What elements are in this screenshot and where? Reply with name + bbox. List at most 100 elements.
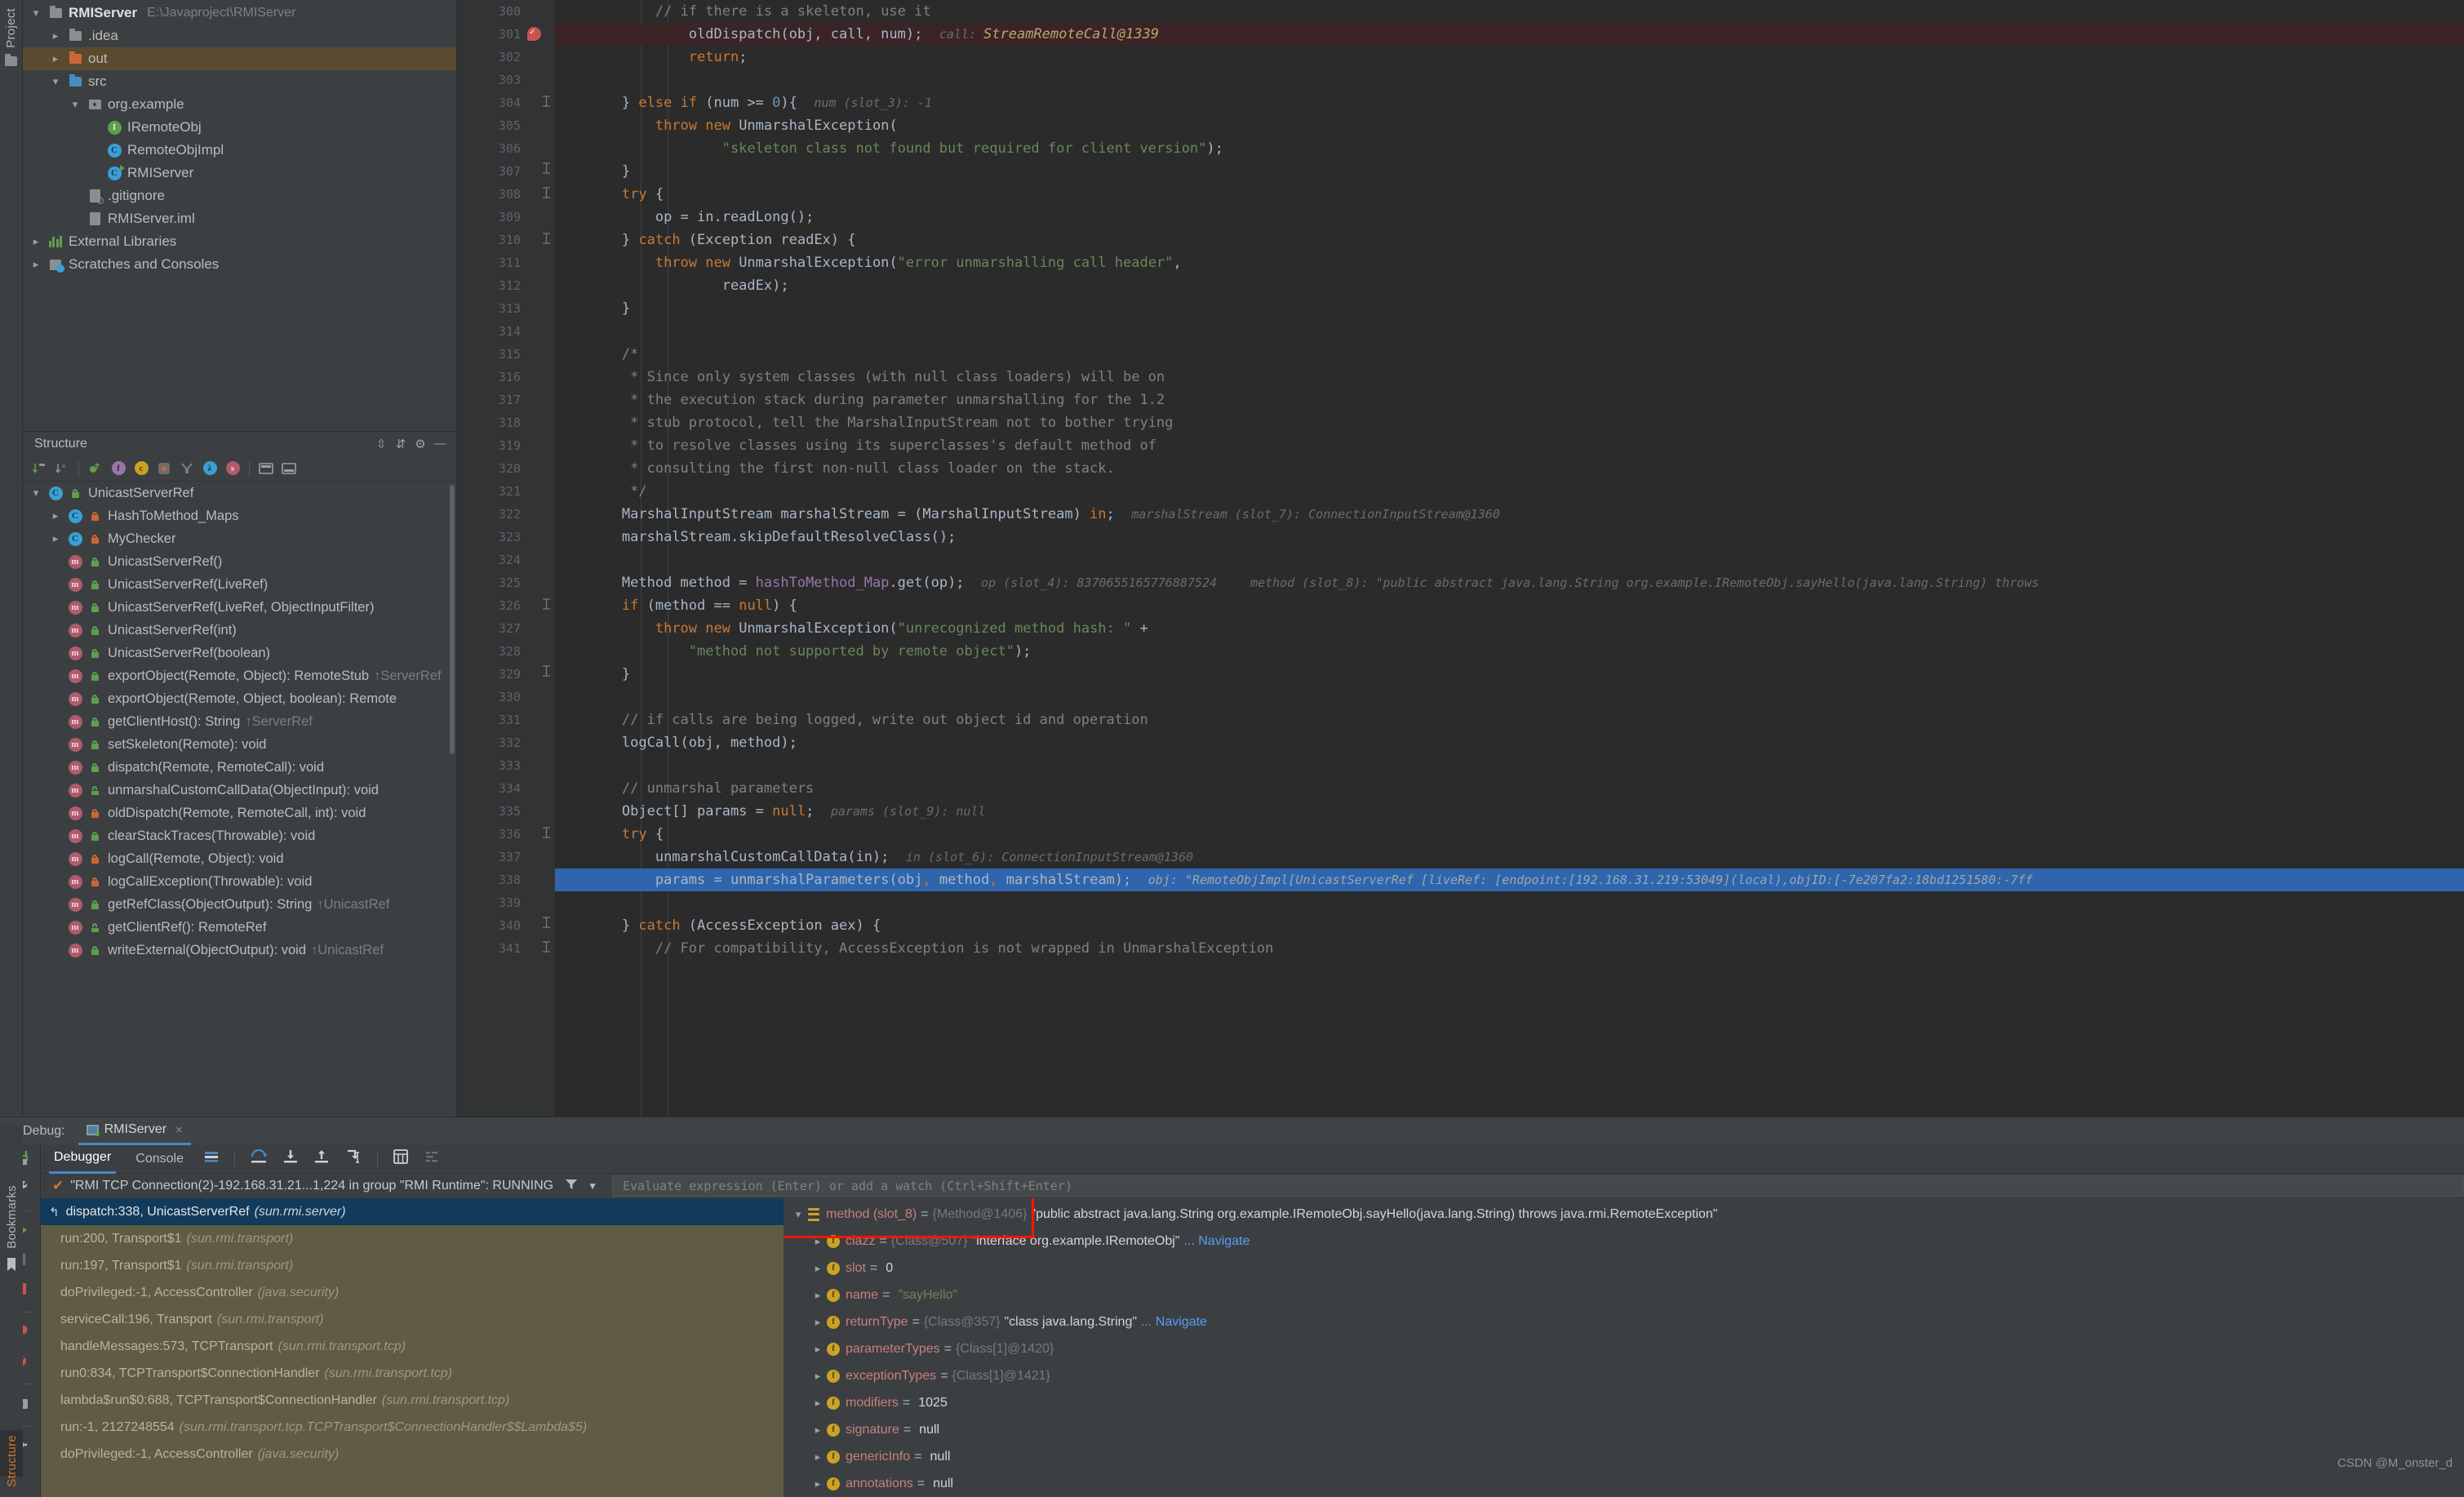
structure-tree-item[interactable]: ▸mexportObject(Remote, Object, boolean):… bbox=[23, 687, 456, 710]
code-line[interactable]: marshalStream.skipDefaultResolveClass(); bbox=[555, 526, 2464, 549]
code-line[interactable]: throw new UnmarshalException("unrecogniz… bbox=[555, 617, 2464, 640]
structure-tree-item[interactable]: ▸msetSkeleton(Remote): void bbox=[23, 733, 456, 756]
show-static-icon[interactable]: s bbox=[224, 460, 241, 477]
structure-tree-item[interactable]: ▸mgetRefClass(ObjectOutput): String↑Unic… bbox=[23, 893, 456, 916]
project-folder-icon[interactable] bbox=[5, 53, 17, 66]
variable-row[interactable]: ▸ f exceptionTypes = {Class[1]@1421} bbox=[784, 1362, 2464, 1389]
code-line[interactable] bbox=[555, 69, 2464, 91]
expand-all-icon[interactable]: ⇳ bbox=[371, 437, 391, 451]
structure-tree-item[interactable]: ▸mUnicastServerRef() bbox=[23, 550, 456, 573]
stack-frame-row[interactable]: serviceCall:196, Transport (sun.rmi.trans… bbox=[41, 1306, 784, 1333]
code-line[interactable]: * the execution stack during parameter u… bbox=[555, 389, 2464, 411]
variable-row[interactable]: ▸ f name = "sayHello" bbox=[784, 1282, 2464, 1308]
close-icon[interactable]: × bbox=[175, 1123, 183, 1137]
code-line[interactable]: * consulting the first non-null class lo… bbox=[555, 457, 2464, 480]
chevron-down-icon[interactable]: ▾ bbox=[26, 486, 46, 500]
chevron-right-icon[interactable]: ▸ bbox=[26, 235, 46, 248]
code-line[interactable]: Method method = hashToMethod_Map.get(op)… bbox=[555, 571, 2464, 594]
code-line[interactable]: /* bbox=[555, 343, 2464, 366]
code-line[interactable]: // unmarshal parameters bbox=[555, 777, 2464, 800]
sort-by-visibility-icon[interactable] bbox=[31, 460, 47, 477]
code-line[interactable]: } bbox=[555, 663, 2464, 686]
code-line[interactable]: */ bbox=[555, 480, 2464, 503]
stack-frame-row[interactable]: run:-1, 2127248554 (sun.rmi.transport.tcp… bbox=[41, 1414, 784, 1441]
code-line[interactable]: try { bbox=[555, 823, 2464, 846]
chevron-down-icon[interactable]: ▼ bbox=[578, 1180, 597, 1192]
variable-row[interactable]: ▸ f genericInfo = null bbox=[784, 1443, 2464, 1470]
variable-row[interactable]: ▸ f returnType = {Class@357} "class java.lang… bbox=[784, 1308, 2464, 1335]
code-line[interactable]: } bbox=[555, 297, 2464, 320]
code-fold-marker[interactable] bbox=[542, 937, 551, 964]
project-tree-item[interactable]: ▾ org.example bbox=[23, 93, 456, 116]
mute-breakpoints-toolbar-icon[interactable] bbox=[424, 1148, 440, 1169]
structure-tree-item[interactable]: ▸mUnicastServerRef(LiveRef) bbox=[23, 573, 456, 596]
collapse-all-icon[interactable]: ⇵ bbox=[391, 437, 411, 451]
chevron-down-icon[interactable]: ▾ bbox=[26, 7, 46, 20]
code-line[interactable]: } bbox=[555, 160, 2464, 183]
project-tree-item[interactable]: ▸.gitignore bbox=[23, 184, 456, 207]
structure-tree-item[interactable]: ▸moldDispatch(Remote, RemoteCall, int): … bbox=[23, 802, 456, 824]
structure-tree-item[interactable]: ▸ C HashToMethod_Maps bbox=[23, 504, 456, 527]
chevron-right-icon[interactable]: ▸ bbox=[46, 29, 65, 42]
chevron-down-icon[interactable]: ▾ bbox=[46, 75, 65, 88]
stack-frame-row[interactable]: run:200, Transport$1 (sun.rmi.transport) bbox=[41, 1225, 784, 1252]
project-tree-item[interactable]: ▸IIRemoteObj bbox=[23, 116, 456, 139]
variable-row[interactable]: ▸ f clazz = {Class@507} "interface org.exampl… bbox=[784, 1228, 2464, 1255]
chevron-right-icon[interactable]: ▸ bbox=[810, 1316, 826, 1329]
project-tree-item[interactable]: ▸ .idea bbox=[23, 24, 456, 47]
chevron-down-icon[interactable]: ▾ bbox=[790, 1208, 806, 1221]
code-line[interactable]: try { bbox=[555, 183, 2464, 206]
stack-frame-row[interactable]: doPrivileged:-1, AccessController (java.s… bbox=[41, 1279, 784, 1306]
current-execution-line[interactable]: params = unmarshalParameters(obj, method… bbox=[555, 868, 2464, 891]
editor-lines[interactable]: 300 // if there is a skeleton, use it 301… bbox=[457, 0, 2464, 1117]
structure-tree-item[interactable]: ▸mUnicastServerRef(boolean) bbox=[23, 642, 456, 664]
code-line[interactable]: * stub protocol, tell the MarshalInputSt… bbox=[555, 411, 2464, 434]
project-tool-label[interactable]: Project bbox=[4, 5, 18, 51]
gear-icon[interactable]: ⚙ bbox=[411, 437, 430, 451]
code-fold-marker[interactable] bbox=[542, 183, 551, 210]
structure-tree-item[interactable]: ▸mexportObject(Remote, Object): RemoteSt… bbox=[23, 664, 456, 687]
code-line[interactable] bbox=[555, 549, 2464, 571]
code-line[interactable]: oldDispatch(obj, call, num); call: Strea… bbox=[555, 23, 2464, 46]
structure-tree-item[interactable]: ▸mgetClientHost(): String↑ServerRef bbox=[23, 710, 456, 733]
project-tree-item[interactable]: ▸RMIServer.iml bbox=[23, 207, 456, 230]
structure-tool-label[interactable]: Structure bbox=[5, 1432, 19, 1490]
structure-tree-item[interactable]: ▸mclearStackTraces(Throwable): void bbox=[23, 824, 456, 847]
filter-icon[interactable] bbox=[553, 1178, 578, 1195]
code-line[interactable]: // if there is a skeleton, use it bbox=[555, 0, 2464, 23]
structure-tree-item[interactable]: ▸mUnicastServerRef(int) bbox=[23, 619, 456, 642]
code-fold-marker[interactable] bbox=[542, 823, 551, 850]
stack-frame-row[interactable]: run:197, Transport$1 (sun.rmi.transport) bbox=[41, 1252, 784, 1279]
chevron-right-icon[interactable]: ▸ bbox=[810, 1289, 826, 1302]
chevron-right-icon[interactable]: ▸ bbox=[810, 1235, 826, 1248]
project-tree-item[interactable]: ▾ src bbox=[23, 70, 456, 93]
chevron-right-icon[interactable]: ▸ bbox=[810, 1370, 826, 1383]
minimize-icon[interactable]: — bbox=[430, 437, 450, 451]
code-line[interactable] bbox=[555, 686, 2464, 709]
layout-settings-icon[interactable] bbox=[203, 1149, 220, 1168]
code-line[interactable]: // if calls are being logged, write out … bbox=[555, 709, 2464, 731]
code-line[interactable] bbox=[555, 754, 2464, 777]
variables-panel[interactable]: ▾ method (slot_8) = {Method@1406} "public ab… bbox=[784, 1198, 2464, 1497]
code-line[interactable]: if (method == null) { bbox=[555, 594, 2464, 617]
stack-frame-row[interactable]: handleMessages:573, TCPTransport (sun.rmi… bbox=[41, 1333, 784, 1360]
chevron-right-icon[interactable]: ▸ bbox=[46, 509, 65, 522]
code-line[interactable]: * to resolve classes using its superclas… bbox=[555, 434, 2464, 457]
structure-tree-item[interactable]: ▸mwriteExternal(ObjectOutput): void↑Unic… bbox=[23, 939, 456, 962]
variable-row[interactable]: ▾ method (slot_8) = {Method@1406} "public ab… bbox=[784, 1201, 2464, 1228]
stack-frame-row[interactable]: ↰ dispatch:338, UnicastServerRef (sun.rmi.… bbox=[41, 1198, 784, 1225]
code-line[interactable]: * Since only system classes (with null c… bbox=[555, 366, 2464, 389]
project-tree-item[interactable]: ▸CRMIServer bbox=[23, 162, 456, 184]
breakpoint-icon[interactable] bbox=[527, 26, 541, 41]
project-tree-item[interactable]: ▸ out bbox=[23, 47, 456, 70]
chevron-right-icon[interactable]: ▸ bbox=[46, 532, 65, 545]
code-line[interactable]: // For compatibility, AccessException is… bbox=[555, 937, 2464, 960]
code-line[interactable]: throw new UnmarshalException( bbox=[555, 114, 2464, 137]
code-line[interactable]: } catch (Exception readEx) { bbox=[555, 229, 2464, 251]
step-out-icon[interactable] bbox=[313, 1148, 330, 1169]
code-line[interactable]: "skeleton class not found but required f… bbox=[555, 137, 2464, 160]
structure-tree-item[interactable]: ▸mgetClientRef(): RemoteRef bbox=[23, 916, 456, 939]
code-line[interactable] bbox=[555, 320, 2464, 343]
evaluate-expression-icon[interactable] bbox=[393, 1148, 409, 1169]
show-anonymous-icon[interactable] bbox=[179, 460, 195, 477]
